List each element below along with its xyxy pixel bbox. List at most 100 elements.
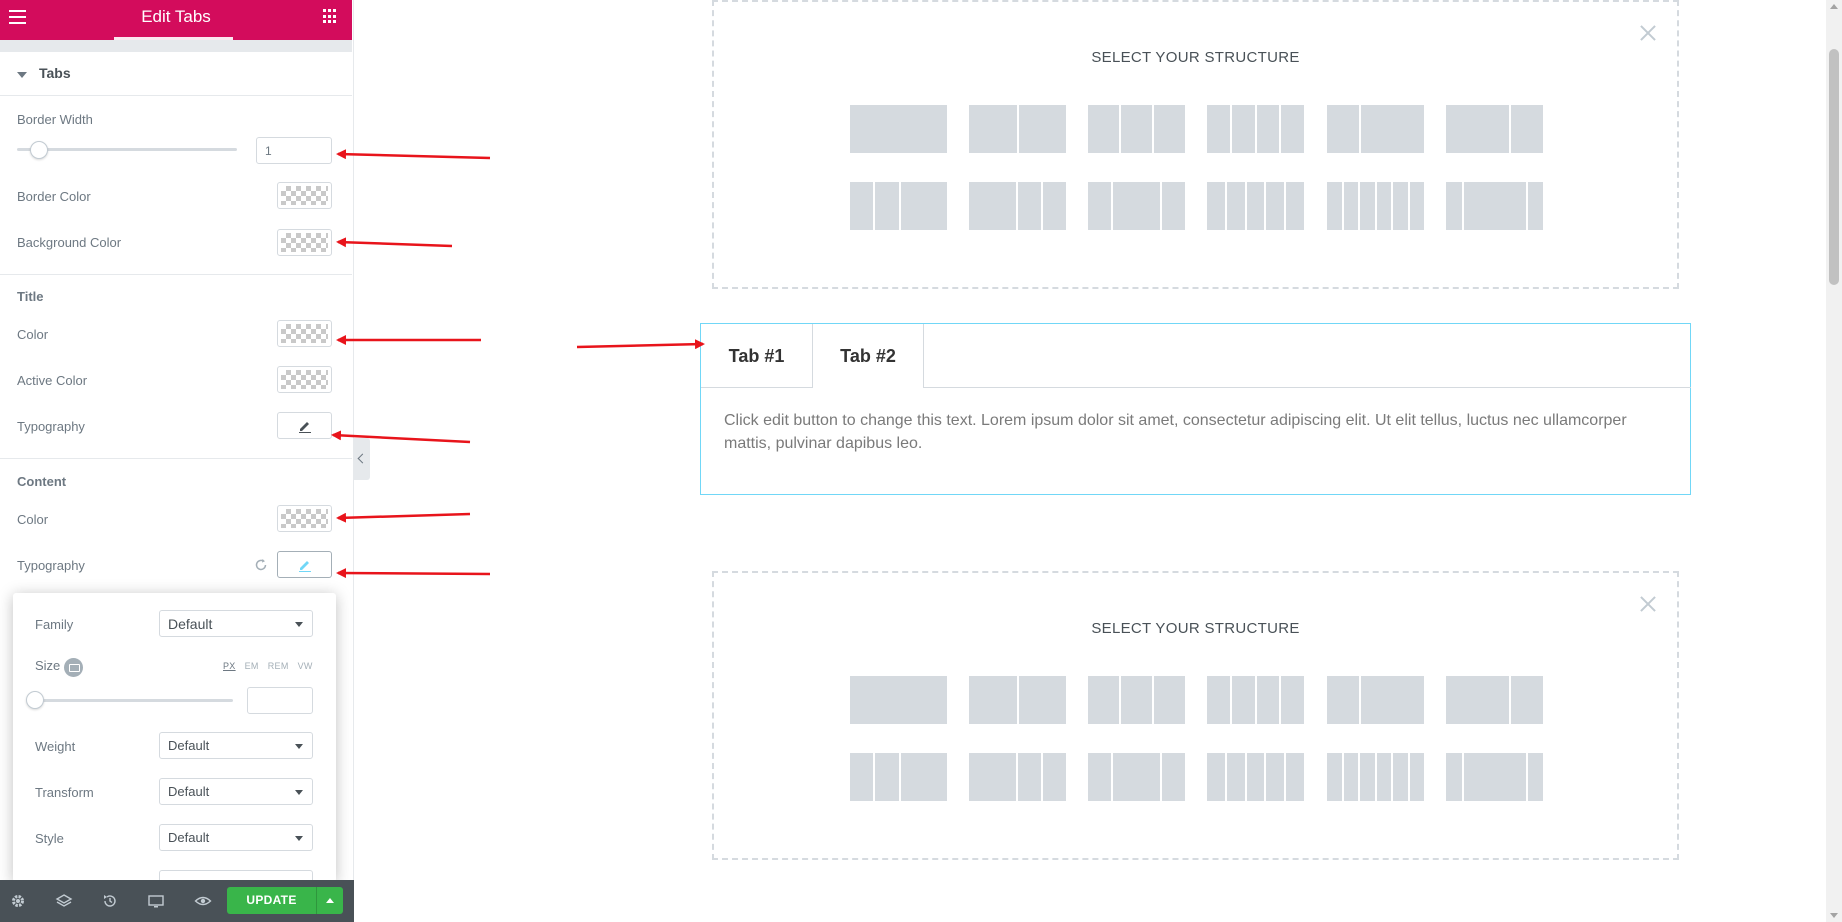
structure-preset[interactable] (969, 753, 1066, 801)
structure-preset[interactable] (1327, 753, 1424, 801)
style-select[interactable]: Default (159, 824, 313, 851)
unit-vw[interactable]: VW (298, 661, 313, 671)
structure-preset[interactable] (850, 676, 947, 724)
structure-preset[interactable] (1327, 105, 1424, 153)
tabs-widget: Tab #1 Tab #2 Click edit button to chang… (700, 323, 1691, 495)
structure-preset[interactable] (1446, 753, 1543, 801)
panel-collapse-handle[interactable] (354, 438, 370, 480)
style-value: Default (168, 830, 210, 845)
editor-root: Edit Tabs Tabs Border Width Border Color… (0, 0, 1842, 922)
border-width-slider-track[interactable] (17, 148, 237, 151)
preview-eye-icon[interactable] (194, 892, 212, 910)
structure-heading: SELECT YOUR STRUCTURE (1091, 620, 1300, 637)
structure-preset[interactable] (850, 753, 947, 801)
border-width-input[interactable] (256, 137, 332, 164)
size-unit-switcher: PX EM REM VW (223, 661, 322, 671)
reset-icon[interactable] (254, 558, 268, 572)
content-group-heading: Content (17, 474, 67, 489)
structure-preset[interactable] (1446, 182, 1543, 230)
structure-preset[interactable] (1088, 753, 1185, 801)
title-color-picker[interactable] (277, 320, 332, 347)
size-slider-track[interactable] (33, 699, 233, 702)
border-width-label: Border Width (17, 112, 93, 127)
typography-popover: Family Default Size PX EM REM VW Weight Def… (13, 593, 336, 882)
transform-value: Default (168, 784, 210, 799)
annotation-arrow (336, 568, 491, 579)
structure-preset[interactable] (1088, 676, 1185, 724)
tab-header-line (924, 387, 1691, 388)
page-scrollbar[interactable] (1826, 0, 1842, 922)
size-input[interactable] (247, 687, 313, 714)
title-color-label: Color (17, 327, 49, 342)
weight-select[interactable]: Default (159, 732, 313, 759)
scrollbar-thumb[interactable] (1829, 49, 1839, 285)
widgets-grid-icon[interactable] (323, 9, 338, 24)
title-typography-label: Typography (17, 419, 85, 434)
structure-preset[interactable] (1327, 182, 1424, 230)
structure-preset[interactable] (969, 182, 1066, 230)
structure-preset[interactable] (1446, 105, 1543, 153)
pencil-icon (299, 422, 311, 433)
structure-preset[interactable] (1088, 105, 1185, 153)
history-icon[interactable] (101, 892, 119, 910)
update-options-button[interactable] (316, 887, 343, 914)
background-color-picker[interactable] (277, 229, 332, 256)
transform-select[interactable]: Default (159, 778, 313, 805)
scroll-up-arrow-icon[interactable] (1830, 4, 1838, 9)
background-color-label: Background Color (17, 235, 122, 250)
family-label: Family (35, 617, 74, 632)
structure-heading: SELECT YOUR STRUCTURE (1091, 49, 1300, 66)
weight-value: Default (168, 738, 210, 753)
annotation-arrow (336, 512, 471, 523)
tab-1-underline (701, 387, 812, 388)
size-slider-handle[interactable] (26, 691, 44, 709)
structure-preset[interactable] (1207, 676, 1304, 724)
responsive-desktop-icon[interactable] (64, 658, 83, 677)
panel-subheader (0, 40, 352, 52)
structure-preset[interactable] (850, 105, 947, 153)
content-color-picker[interactable] (277, 505, 332, 532)
structure-preset[interactable] (1327, 676, 1424, 724)
tab-2[interactable]: Tab #2 (812, 324, 924, 388)
scroll-down-arrow-icon[interactable] (1830, 913, 1838, 918)
structure-preset[interactable] (1207, 105, 1304, 153)
divider (0, 458, 352, 459)
pencil-icon (299, 561, 311, 572)
structure-preset[interactable] (1446, 676, 1543, 724)
family-select[interactable]: Default (159, 610, 313, 637)
unit-em[interactable]: EM (245, 661, 259, 671)
structure-preset[interactable] (1207, 182, 1304, 230)
weight-label: Weight (35, 739, 76, 754)
unit-px[interactable]: PX (223, 661, 236, 671)
section-toggle-tabs[interactable]: Tabs (0, 52, 352, 96)
structure-preset[interactable] (850, 182, 947, 230)
structure-preset[interactable] (1207, 753, 1304, 801)
close-icon[interactable] (1639, 595, 1657, 613)
content-typography-edit-button[interactable] (277, 551, 332, 578)
caret-down-icon (17, 72, 27, 78)
content-color-label: Color (17, 512, 49, 527)
title-active-color-picker[interactable] (277, 366, 332, 393)
style-label: Style (35, 831, 64, 846)
structure-preset[interactable] (969, 676, 1066, 724)
title-active-color-label: Active Color (17, 373, 88, 388)
update-button[interactable]: UPDATE (227, 887, 316, 914)
structure-selector-bottom: SELECT YOUR STRUCTURE (712, 571, 1679, 860)
chevron-down-icon (295, 744, 303, 749)
border-width-slider-handle[interactable] (30, 141, 48, 159)
divider (0, 274, 352, 275)
responsive-icon[interactable] (147, 892, 165, 910)
title-typography-edit-button[interactable] (277, 412, 332, 439)
settings-icon[interactable] (9, 892, 27, 910)
layers-icon[interactable] (55, 892, 73, 910)
structure-preset[interactable] (1088, 182, 1185, 230)
title-group-heading: Title (17, 289, 44, 304)
unit-rem[interactable]: REM (268, 661, 289, 671)
border-color-picker[interactable] (277, 182, 332, 209)
family-value: Default (168, 616, 213, 632)
structure-preset[interactable] (969, 105, 1066, 153)
annotation-arrow (576, 339, 705, 350)
close-icon[interactable] (1639, 24, 1657, 42)
tab-1[interactable]: Tab #1 (701, 324, 812, 388)
panel-header: Edit Tabs (0, 0, 352, 40)
